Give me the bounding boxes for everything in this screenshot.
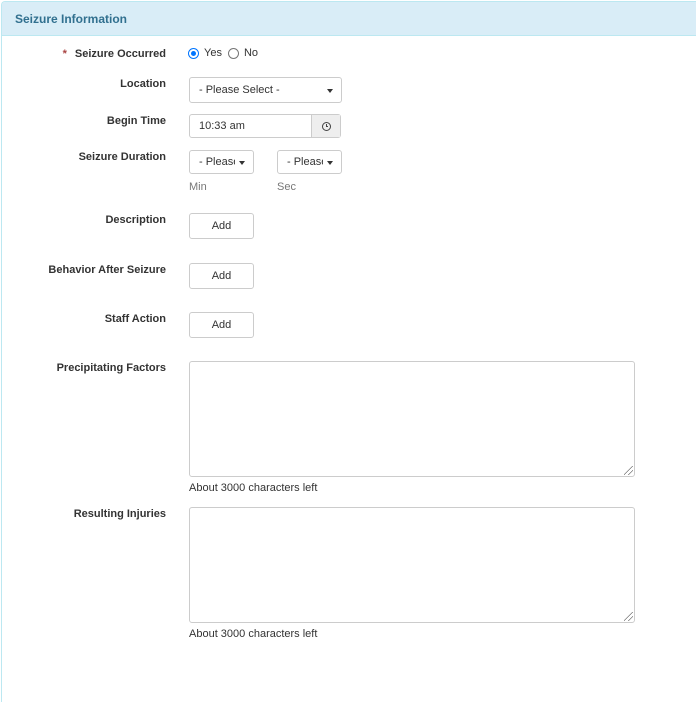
resulting-injuries-textarea[interactable] bbox=[189, 507, 635, 623]
caret-down-icon bbox=[327, 161, 333, 165]
duration-min-hint: Min bbox=[189, 181, 207, 193]
precipitating-factors-label: Precipitating Factors bbox=[56, 362, 166, 374]
required-marker: * bbox=[62, 48, 67, 60]
description-add-button[interactable]: Add bbox=[189, 213, 254, 239]
radio-no-label[interactable]: No bbox=[244, 47, 258, 59]
panel-title: Seizure Information bbox=[15, 12, 128, 26]
behavior-after-seizure-add-button[interactable]: Add bbox=[189, 263, 254, 289]
radio-yes[interactable] bbox=[188, 47, 199, 59]
staff-action-add-button[interactable]: Add bbox=[189, 312, 254, 338]
seizure-occurred-label: * Seizure Occurred bbox=[62, 48, 166, 60]
begin-time-input-group: 10:33 am bbox=[189, 114, 341, 138]
clock-icon bbox=[321, 121, 331, 131]
resize-grip-icon[interactable] bbox=[624, 466, 633, 475]
caret-down-icon bbox=[327, 89, 333, 93]
behavior-after-seizure-label: Behavior After Seizure bbox=[48, 264, 166, 276]
time-picker-button[interactable] bbox=[311, 115, 340, 137]
duration-sec-select[interactable]: - Please Select - bbox=[277, 150, 342, 174]
caret-down-icon bbox=[239, 161, 245, 165]
duration-sec-hint: Sec bbox=[277, 181, 296, 193]
resulting-injuries-chars-left: About 3000 characters left bbox=[189, 628, 318, 640]
precipitating-factors-chars-left: About 3000 characters left bbox=[189, 482, 318, 494]
seizure-occurred-radio-group: Yes No bbox=[188, 47, 264, 59]
seizure-duration-label: Seizure Duration bbox=[78, 151, 166, 163]
duration-min-select[interactable]: - Please Select - bbox=[189, 150, 254, 174]
radio-no[interactable] bbox=[227, 47, 239, 59]
precipitating-factors-textarea[interactable] bbox=[189, 361, 635, 477]
resulting-injuries-label: Resulting Injuries bbox=[73, 508, 166, 520]
staff-action-label: Staff Action bbox=[104, 313, 166, 325]
panel-heading: Seizure Information bbox=[2, 2, 696, 36]
begin-time-label: Begin Time bbox=[106, 115, 166, 127]
location-label: Location bbox=[120, 78, 166, 90]
radio-yes-label[interactable]: Yes bbox=[204, 47, 222, 59]
begin-time-input[interactable]: 10:33 am bbox=[190, 115, 311, 137]
description-label: Description bbox=[105, 214, 166, 226]
resize-grip-icon[interactable] bbox=[624, 612, 633, 621]
location-select[interactable]: - Please Select - bbox=[189, 77, 342, 103]
